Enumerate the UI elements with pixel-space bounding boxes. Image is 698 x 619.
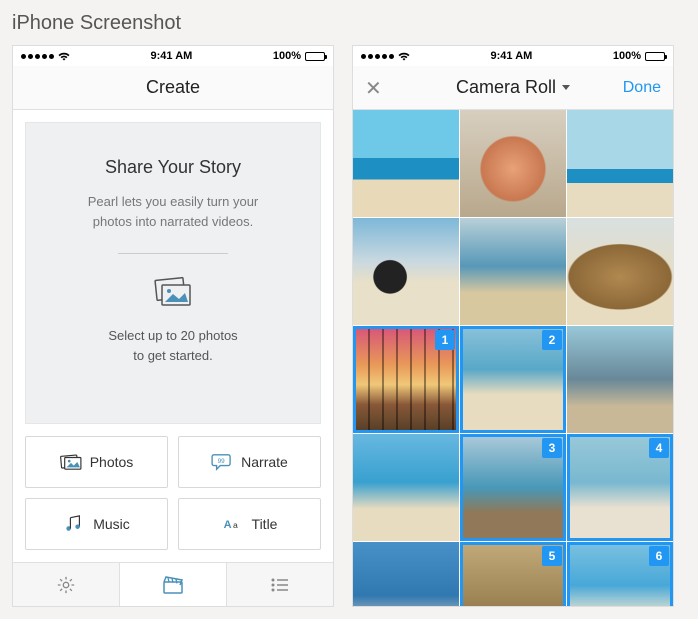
narrate-button[interactable]: 99 Narrate [178, 436, 321, 488]
battery-icon [645, 52, 665, 61]
narrate-icon: 99 [211, 453, 233, 471]
photo-thumb[interactable] [353, 542, 459, 606]
clapper-icon [162, 575, 184, 595]
svg-text:A: A [223, 519, 231, 531]
title-label: Title [252, 516, 278, 532]
selection-badge: 4 [649, 438, 669, 458]
selection-badge: 3 [542, 438, 562, 458]
svg-text:99: 99 [218, 458, 226, 465]
photo-thumb[interactable]: 5 [460, 542, 566, 606]
chevron-down-icon [562, 85, 570, 90]
wifi-icon [398, 51, 410, 61]
battery-icon [305, 52, 325, 61]
photo-thumb[interactable] [353, 218, 459, 325]
music-button[interactable]: Music [25, 498, 168, 550]
photo-thumb[interactable] [460, 110, 566, 217]
photo-thumb[interactable]: 6 [567, 542, 673, 606]
photo-thumb[interactable] [567, 326, 673, 433]
status-time: 9:41 AM [151, 50, 193, 62]
action-grid: Photos 99 Narrate Music [13, 436, 333, 562]
status-bar: 9:41 AM 100% [13, 46, 333, 66]
photos-icon [60, 453, 82, 471]
tab-bar [13, 562, 333, 606]
close-icon: ✕ [365, 76, 382, 101]
selection-badge: 1 [435, 330, 455, 350]
photo-thumb[interactable] [567, 218, 673, 325]
photo-thumb[interactable]: 2 [460, 326, 566, 433]
page-heading: iPhone Screenshot [12, 12, 686, 35]
title-icon: Aa [222, 515, 244, 533]
close-button[interactable]: ✕ [365, 66, 382, 110]
nav-title: Create [146, 77, 200, 98]
music-icon [63, 515, 85, 533]
signal-icon [361, 54, 394, 59]
battery-percent: 100% [613, 50, 641, 62]
tab-create[interactable] [119, 563, 227, 606]
select-hint: Select up to 20 photos to get started. [108, 326, 237, 365]
status-time: 9:41 AM [491, 50, 533, 62]
title-button[interactable]: Aa Title [178, 498, 321, 550]
wifi-icon [58, 51, 70, 61]
photo-stack-icon [153, 276, 193, 308]
narrate-label: Narrate [241, 454, 288, 470]
photo-thumb[interactable] [353, 110, 459, 217]
done-label: Done [623, 79, 661, 97]
music-label: Music [93, 516, 130, 532]
story-card: Share Your Story Pearl lets you easily t… [25, 122, 321, 424]
phone-camera-roll: 9:41 AM 100% ✕ Camera Roll Done [352, 45, 674, 607]
photo-thumb[interactable]: 3 [460, 434, 566, 541]
done-button[interactable]: Done [623, 66, 661, 110]
divider [118, 253, 228, 254]
album-title: Camera Roll [456, 77, 556, 98]
signal-icon [21, 54, 54, 59]
photo-grid: 1 2 3 4 5 6 [353, 110, 673, 606]
selection-badge: 5 [542, 546, 562, 566]
photos-button[interactable]: Photos [25, 436, 168, 488]
gear-icon [55, 575, 77, 595]
battery-percent: 100% [273, 50, 301, 62]
story-heading: Share Your Story [105, 157, 241, 178]
svg-text:a: a [233, 520, 238, 530]
phone-create: 9:41 AM 100% Create Share Your Story Pea… [12, 45, 334, 607]
photo-thumb[interactable]: 4 [567, 434, 673, 541]
list-icon [269, 575, 291, 595]
photo-thumb[interactable]: 1 [353, 326, 459, 433]
selection-badge: 2 [542, 330, 562, 350]
photo-thumb[interactable] [567, 110, 673, 217]
tab-list[interactable] [227, 563, 333, 606]
photo-thumb[interactable] [460, 218, 566, 325]
selection-badge: 6 [649, 546, 669, 566]
photo-thumb[interactable] [353, 434, 459, 541]
nav-bar-create: Create [13, 66, 333, 110]
photos-label: Photos [90, 454, 134, 470]
story-subtext: Pearl lets you easily turn your photos i… [88, 192, 259, 231]
tab-settings[interactable] [13, 563, 119, 606]
nav-bar-roll: ✕ Camera Roll Done [353, 66, 673, 110]
status-bar: 9:41 AM 100% [353, 46, 673, 66]
album-selector[interactable]: Camera Roll [456, 77, 570, 98]
